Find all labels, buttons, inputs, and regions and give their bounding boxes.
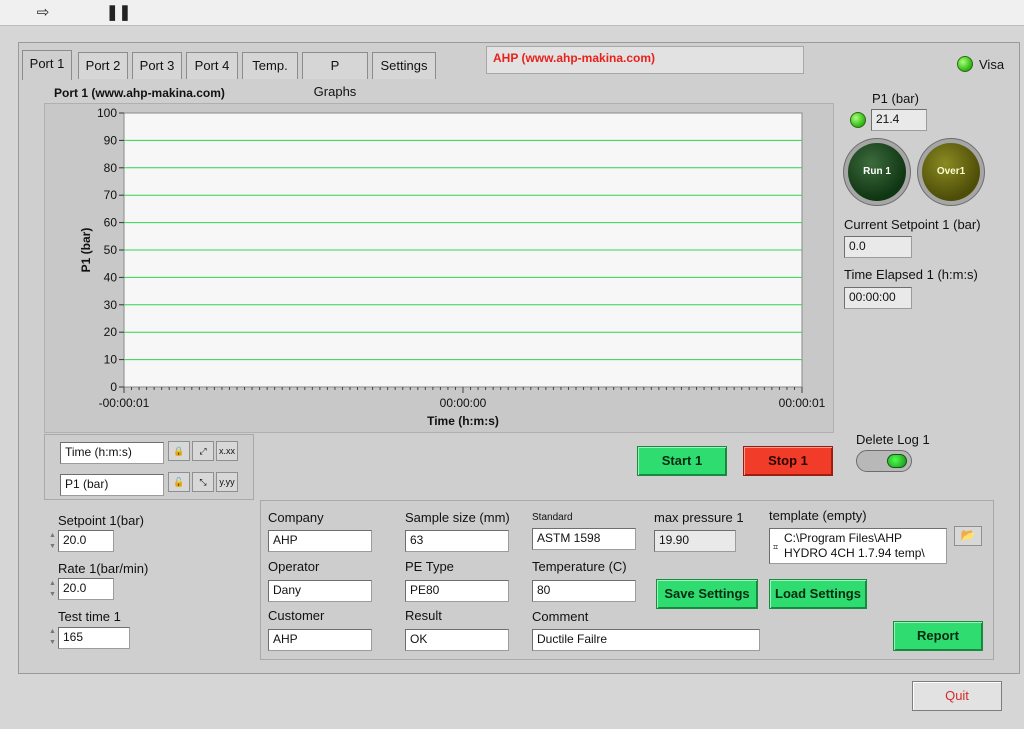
report-button[interactable]: Report — [893, 621, 983, 651]
operator-field[interactable]: Dany — [268, 580, 372, 602]
toggle-knob-icon — [887, 454, 907, 468]
y-axis-label: P1 (bar) — [79, 228, 93, 273]
autoscale-x-icon[interactable]: ⤢ — [192, 441, 214, 461]
autoscale-y-icon[interactable]: ⤡ — [192, 472, 214, 492]
current-setpoint-label: Current Setpoint 1 (bar) — [844, 217, 981, 232]
test-time-spinner-icon[interactable]: ▲ ▼ — [48, 626, 57, 648]
tab-p-graphs[interactable]: P Graphs — [302, 52, 368, 99]
tab-port-4[interactable]: Port 4 — [186, 52, 238, 79]
tab-label: Port 2 — [85, 58, 121, 73]
run-arrow-icon[interactable]: ⇨ — [32, 2, 54, 24]
stop-button[interactable]: Stop 1 — [743, 446, 833, 476]
rate-input[interactable]: 20.0 — [58, 578, 114, 600]
temperature-label: Temperature (C) — [532, 559, 627, 574]
tab-label: Port 1 — [29, 56, 65, 71]
delete-log-label: Delete Log 1 — [856, 432, 930, 447]
y-tick-label: 80 — [104, 161, 118, 175]
result-field[interactable]: OK — [405, 629, 509, 651]
x-tick-label: -00:00:01 — [99, 396, 150, 410]
comment-label: Comment — [532, 609, 589, 624]
time-elapsed-label: Time Elapsed 1 (h:m:s) — [844, 267, 978, 282]
template-path-field[interactable]: ⌗ C:\Program Files\AHP HYDRO 4CH 1.7.94 … — [769, 528, 947, 564]
max-pressure-value: 19.90 — [654, 530, 736, 552]
x-tick-label: 00:00:00 — [440, 396, 487, 410]
lock-x-icon[interactable]: 🔒 — [168, 441, 190, 461]
standard-label: Standard — [532, 512, 573, 523]
x-tick-label: 00:00:01 — [779, 396, 826, 410]
pe-type-field[interactable]: PE80 — [405, 580, 509, 602]
path-icon: ⌗ — [773, 542, 779, 552]
tab-label: Port 3 — [139, 58, 175, 73]
start-button[interactable]: Start 1 — [637, 446, 727, 476]
setpoint-spinner-icon[interactable]: ▲ ▼ — [48, 530, 57, 552]
toolbar: ⇨ ❚❚ — [0, 0, 1024, 26]
pe-type-label: PE Type — [405, 559, 454, 574]
result-label: Result — [405, 608, 442, 623]
customer-label: Customer — [268, 608, 325, 623]
temperature-field[interactable]: 80 — [532, 580, 636, 602]
y-tick-label: 70 — [104, 188, 118, 202]
lock-y-icon[interactable]: 🔓 — [168, 472, 190, 492]
load-settings-button[interactable]: Load Settings — [769, 579, 867, 609]
y-tick-label: 10 — [104, 353, 118, 367]
visa-led-icon — [957, 56, 973, 72]
current-setpoint-value: 0.0 — [844, 236, 912, 258]
y-tick-label: 100 — [97, 106, 117, 120]
operator-label: Operator — [268, 559, 320, 574]
visa-label: Visa — [979, 57, 1005, 72]
y-tick-label: 20 — [104, 325, 118, 339]
template-path-line1: C:\Program Files\AHP — [784, 531, 903, 545]
format-y-icon[interactable]: y.yy — [216, 472, 238, 492]
run-indicator: Run 1 — [848, 143, 906, 201]
setpoint-label: Setpoint 1(bar) — [58, 513, 144, 528]
format-x-icon[interactable]: x.xx — [216, 441, 238, 461]
tab-temp[interactable]: Temp. — [242, 52, 298, 79]
time-elapsed-value: 00:00:00 — [844, 287, 912, 309]
y-tick-label: 90 — [104, 133, 118, 147]
header-banner: AHP (www.ahp-makina.com) — [486, 46, 804, 74]
y-tick-label: 60 — [104, 216, 118, 230]
max-pressure-label: max pressure 1 — [654, 510, 744, 525]
tab-label: Settings — [380, 58, 428, 73]
tab-port-1[interactable]: Port 1 — [22, 50, 72, 80]
tab-label: P Graphs — [313, 58, 357, 99]
template-label: template (empty) — [769, 508, 867, 523]
customer-field[interactable]: AHP — [268, 629, 372, 651]
tab-settings[interactable]: Settings — [372, 52, 436, 79]
company-label: Company — [268, 510, 324, 525]
chart-title: Port 1 (www.ahp-makina.com) — [54, 86, 225, 100]
pause-icon[interactable]: ❚❚ — [106, 2, 131, 24]
y-tick-label: 0 — [110, 380, 117, 394]
chart-svg: 1009080706050403020100-00:00:01 00:00:00 0… — [79, 106, 826, 428]
y-tick-label: 50 — [104, 243, 118, 257]
sample-size-label: Sample size (mm) — [405, 510, 510, 525]
browse-folder-icon[interactable]: 📂 — [954, 526, 982, 546]
tab-label: Port 4 — [194, 58, 230, 73]
x-scale-name: Time (h:m:s) — [60, 442, 164, 464]
p1-value: 21.4 — [871, 109, 927, 131]
save-settings-button[interactable]: Save Settings — [656, 579, 758, 609]
company-field[interactable]: AHP — [268, 530, 372, 552]
tab-port-2[interactable]: Port 2 — [78, 52, 128, 79]
y-scale-name: P1 (bar) — [60, 474, 164, 496]
quit-button[interactable]: Quit — [912, 681, 1002, 711]
delete-log-toggle[interactable] — [856, 450, 912, 472]
y-tick-label: 40 — [104, 270, 118, 284]
over-indicator: Over1 — [922, 143, 980, 201]
setpoint-input[interactable]: 20.0 — [58, 530, 114, 552]
tab-label: Temp. — [252, 58, 288, 73]
rate-label: Rate 1(bar/min) — [58, 561, 149, 576]
test-time-input[interactable]: 165 — [58, 627, 130, 649]
tab-port-3[interactable]: Port 3 — [132, 52, 182, 79]
y-tick-label: 30 — [104, 298, 118, 312]
p1-label: P1 (bar) — [872, 91, 919, 106]
sample-size-field[interactable]: 63 — [405, 530, 509, 552]
p1-led-icon — [850, 112, 866, 128]
x-axis-label: Time (h:m:s) — [427, 414, 499, 428]
comment-field[interactable]: Ductile Failre — [532, 629, 760, 651]
template-path-line2: HYDRO 4CH 1.7.94 temp\ — [784, 546, 925, 560]
standard-field[interactable]: ASTM 1598 — [532, 528, 636, 550]
rate-spinner-icon[interactable]: ▲ ▼ — [48, 578, 57, 600]
test-time-label: Test time 1 — [58, 609, 121, 624]
